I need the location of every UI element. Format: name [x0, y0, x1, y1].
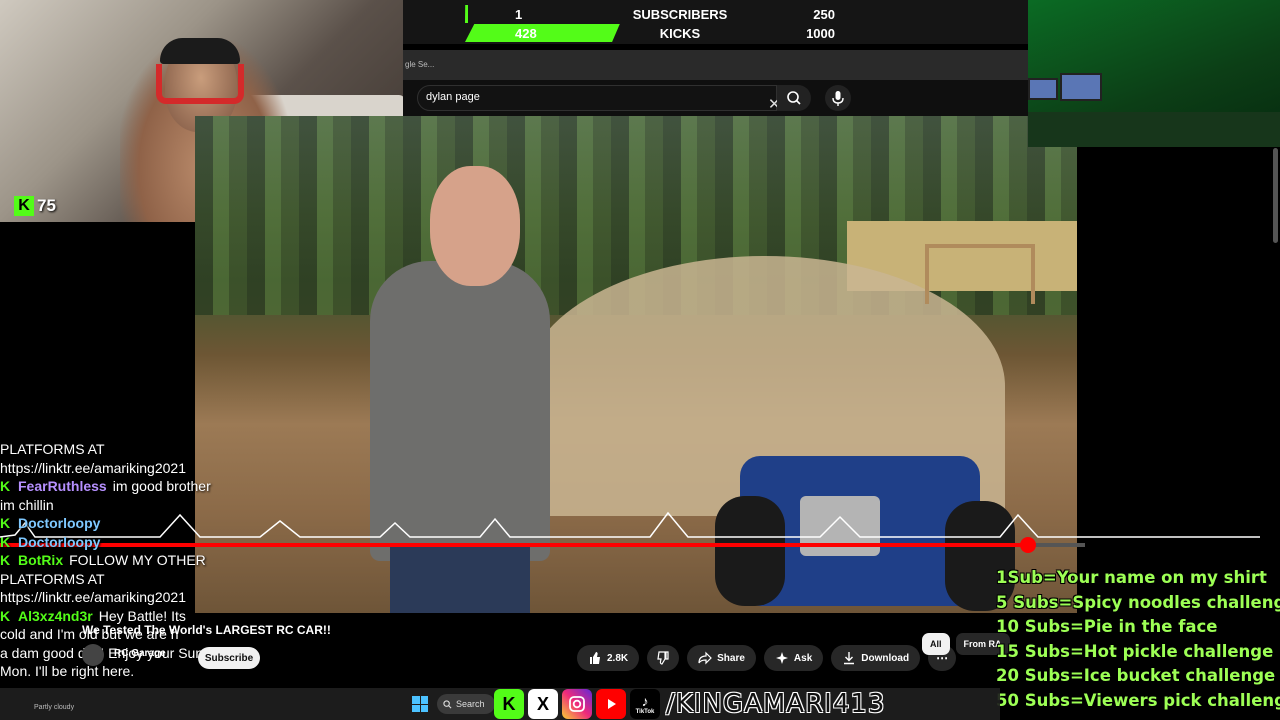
kick-badge-icon: K — [0, 515, 11, 531]
sub-goals-list: 1Sub=Your name on my shirt 5 Subs=Spicy n… — [996, 566, 1280, 714]
kick-badge-icon: K — [0, 607, 11, 624]
browser-tab-bar: gle Se... — [403, 50, 1028, 80]
chat-message: https://linktr.ee/amariking2021 — [0, 459, 186, 476]
chat-line: im chillin — [0, 496, 280, 515]
sub-goal-item: 10 Subs=Pie in the face — [996, 617, 1218, 637]
video-actions: 2.8K Share Ask Download ⋯ — [577, 645, 957, 671]
chat-message: Hey Battle! Its — [98, 607, 186, 624]
chat-username[interactable]: BotRix — [18, 552, 63, 568]
chat-line: PLATFORMS AT — [0, 440, 280, 459]
search-box: ✕ — [417, 85, 781, 113]
tiktok-label: TikTok — [635, 709, 655, 715]
chat-overlay: PLATFORMS AT https://linktr.ee/amariking2… — [0, 440, 280, 681]
video-title: We Tested The World's LARGEST RC CAR!! — [82, 623, 331, 637]
goal-bars: 1 SUBSCRIBERS 250 428 KICKS 1000 — [403, 0, 1028, 44]
x-icon: X — [528, 689, 558, 719]
chat-username[interactable]: Doctorloopy — [18, 515, 100, 531]
chip-all[interactable]: All — [922, 633, 950, 655]
sub-goal-item: 15 Subs=Hot pickle challenge — [996, 641, 1274, 661]
sub-goal-item: 1Sub=Your name on my shirt — [996, 568, 1267, 587]
chat-line: K Doctorloopy — [0, 514, 280, 533]
search-button[interactable] — [777, 85, 811, 111]
search-input[interactable] — [426, 91, 746, 103]
youtube-icon — [596, 689, 626, 719]
share-button[interactable]: Share — [687, 645, 756, 671]
chat-message: im chillin — [0, 496, 54, 513]
chat-message: PLATFORMS AT — [0, 441, 105, 457]
smiling-face — [430, 166, 520, 286]
headset — [156, 64, 244, 104]
subscribers-goal: 1 SUBSCRIBERS 250 — [465, 5, 895, 23]
streamer-cap — [160, 38, 240, 64]
sub-goal-item: 5 Subs=Spicy noodles challenge — [996, 592, 1280, 612]
kick-badge-icon: K — [0, 552, 11, 568]
share-icon — [698, 651, 712, 665]
weather-widget[interactable]: Partly cloudy — [34, 704, 74, 711]
monitor — [1028, 78, 1058, 100]
channel-avatar[interactable] — [82, 644, 104, 666]
kicks-goal: 428 KICKS 1000 — [465, 24, 895, 42]
kicks-max: 1000 — [806, 26, 835, 41]
chat-message: im good brother — [112, 478, 211, 494]
kick-icon: K — [494, 689, 524, 719]
wooden-ramp — [925, 244, 1035, 304]
dislike-button[interactable] — [647, 645, 680, 671]
channel-name[interactable]: RC Garage — [114, 648, 166, 659]
ask-label: Ask — [793, 652, 813, 664]
tiktok-icon: ♪ TikTok — [630, 689, 660, 719]
sub-goal-item: 20 Subs=Ice bucket challenge — [996, 666, 1276, 686]
instagram-icon — [562, 689, 592, 719]
streamer-handle: /KINGAMARI413 — [666, 689, 886, 719]
browser-tab[interactable]: gle Se... — [405, 60, 434, 69]
progress-scrubber[interactable] — [1020, 537, 1036, 553]
search-icon — [443, 699, 452, 708]
viewer-count: 75 — [37, 196, 56, 215]
sub-goal-item: 50 Subs=Viewers pick challenge — [996, 690, 1280, 710]
jeans — [390, 546, 530, 613]
windows-start-icon[interactable] — [412, 696, 428, 712]
microphone-icon — [832, 91, 844, 106]
chat-message: FOLLOW MY OTHER — [69, 552, 206, 568]
search-icon — [787, 91, 801, 105]
chat-line: K Doctorloopy — [0, 533, 280, 552]
download-label: Download — [861, 652, 910, 664]
subscribers-max: 250 — [813, 7, 835, 22]
room-camera — [1028, 0, 1280, 147]
desk — [1028, 112, 1280, 147]
kick-logo-icon: K — [14, 196, 34, 216]
chat-line: K BotRix FOLLOW MY OTHER — [0, 551, 280, 570]
subscribe-button[interactable]: Subscribe — [198, 647, 260, 669]
voice-search-button[interactable] — [825, 85, 851, 111]
taskbar-search-label: Search — [456, 699, 485, 709]
taskbar-search[interactable]: Search — [437, 694, 495, 714]
page-scrollbar[interactable] — [1273, 148, 1278, 243]
chat-username[interactable]: Al3xz4nd3r — [18, 608, 93, 624]
download-button[interactable]: Download — [831, 645, 921, 671]
chat-message: PLATFORMS AT — [0, 570, 105, 587]
like-count: 2.8K — [607, 652, 629, 664]
kick-badge-icon: K — [0, 478, 11, 494]
chat-line: https://linktr.ee/amariking2021 — [0, 588, 280, 607]
sparkle-icon — [775, 652, 788, 664]
thumbs-up-icon — [590, 652, 600, 664]
social-links-bar: K X ♪ TikTok /KINGAMARI413 — [494, 688, 914, 720]
chat-message: Mon. I'll be right here. — [0, 663, 135, 679]
youtube-header: ✕ — [403, 80, 1077, 116]
ask-button[interactable]: Ask — [763, 645, 824, 671]
kick-viewer-count: K 75 — [14, 196, 56, 216]
share-label: Share — [717, 652, 745, 664]
chat-line: PLATFORMS AT — [0, 570, 280, 589]
download-icon — [844, 652, 855, 665]
chat-message: https://linktr.ee/amariking2021 — [0, 589, 186, 605]
chat-username[interactable]: FearRuthless — [18, 478, 107, 494]
chat-line: K FearRuthless im good brother — [0, 477, 280, 496]
kick-badge-icon: K — [0, 533, 11, 550]
chat-username[interactable]: Doctorloopy — [18, 534, 100, 550]
like-button[interactable]: 2.8K — [577, 645, 640, 671]
thumbs-down-icon — [657, 651, 669, 665]
monitor — [1060, 73, 1102, 101]
chat-line: https://linktr.ee/amariking2021 — [0, 459, 280, 478]
